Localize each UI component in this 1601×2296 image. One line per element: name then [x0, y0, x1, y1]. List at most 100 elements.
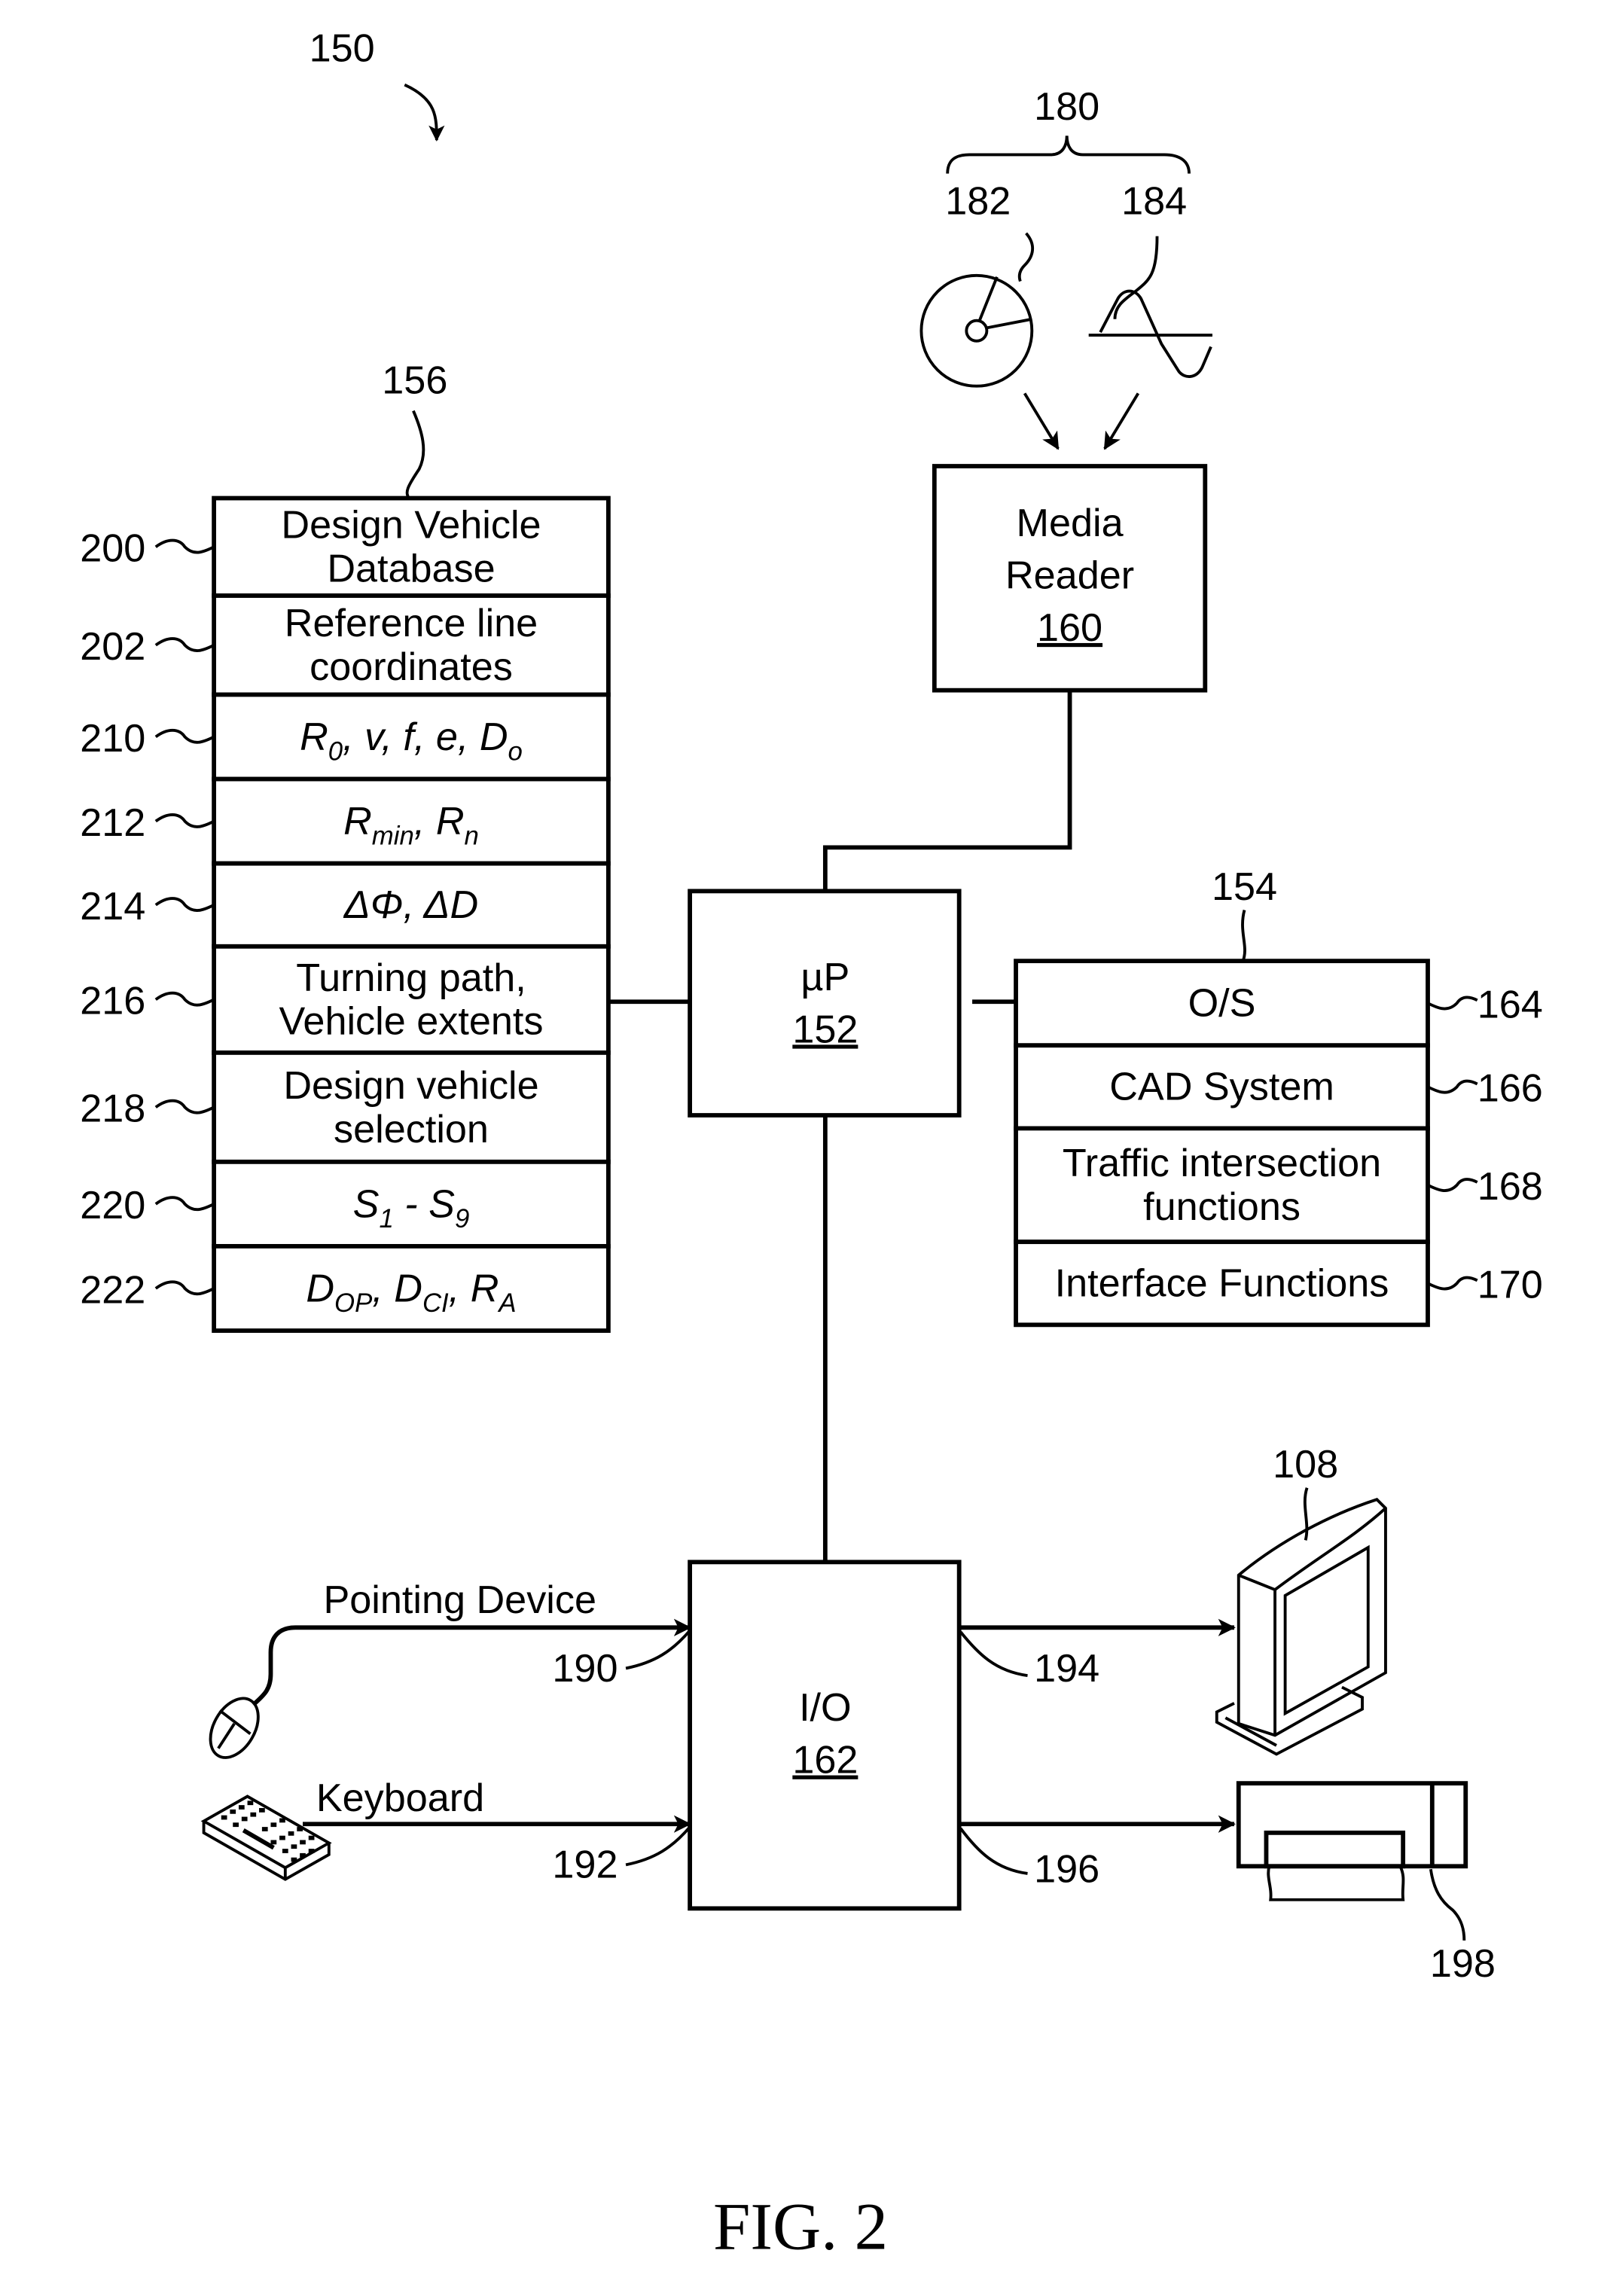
- media-group-brace: [946, 136, 1191, 174]
- database-ref: 222: [80, 1268, 145, 1312]
- memory-ref-leader: [1241, 910, 1246, 962]
- reader-to-processor-connector: [822, 690, 1072, 892]
- database-ref-leader: [154, 897, 215, 912]
- database-ref-leader: [154, 1280, 215, 1296]
- memory-row-text: CAD System: [1109, 1066, 1334, 1109]
- database-row: Design vehicleselection 218: [80, 1050, 611, 1164]
- signal-to-reader-arrow: [1103, 392, 1140, 450]
- database-row-text: Database: [327, 547, 495, 591]
- database-ref: 156: [382, 358, 447, 402]
- database-ref: 216: [80, 980, 145, 1023]
- memory-row-text: functions: [1143, 1185, 1301, 1229]
- processor-ref: 152: [792, 1008, 858, 1051]
- printer-ref-leader: [1429, 1868, 1466, 1941]
- monitor-ref-leader: [1303, 1487, 1309, 1541]
- memory-ref: 154: [1212, 865, 1277, 909]
- database-ref: 202: [80, 625, 145, 669]
- database-ref: 214: [80, 885, 145, 928]
- memory-row-text: O/S: [1188, 982, 1256, 1026]
- pointing-device-input: Pointing Device 190: [209, 1578, 692, 1759]
- media-group: 180 182 184: [919, 85, 1212, 450]
- memory-ref-leader: [1427, 1178, 1478, 1192]
- monitor-icon: [1215, 1498, 1387, 1756]
- database-ref-leader: [154, 1099, 215, 1114]
- database-ref: 212: [80, 801, 145, 845]
- printer-line-ref-leader: [959, 1827, 1028, 1875]
- memory-ref: 166: [1477, 1067, 1543, 1111]
- monitor-line-ref: 194: [1034, 1647, 1099, 1691]
- database-ref-leader: [154, 1196, 215, 1212]
- pointing-device-arrow: [252, 1618, 692, 1706]
- database-row: Design VehicleDatabase 200: [80, 495, 611, 598]
- figure-reference: 150: [310, 27, 445, 142]
- memory-row: O/S 164: [1014, 959, 1543, 1048]
- media-reader-ref: 160: [1037, 606, 1102, 650]
- processor-box: [688, 889, 962, 1118]
- database-ref-leader: [154, 538, 215, 554]
- memory-row-text: Interface Functions: [1055, 1262, 1389, 1306]
- database-row: Rmin​, Rn​212: [80, 776, 611, 866]
- figure-caption: FIG. 2: [713, 2191, 888, 2264]
- database-row: Reference linecoordinates 202: [80, 593, 611, 697]
- keyboard-input: Keyboard 192: [200, 1776, 692, 1887]
- memory-ref: 168: [1477, 1165, 1543, 1209]
- printer-line-ref: 196: [1034, 1848, 1099, 1892]
- disc-to-reader-arrow: [1023, 392, 1060, 450]
- media-reader-label-line1: Media: [1016, 502, 1124, 545]
- memory-ref-leader: [1427, 996, 1478, 1011]
- keyboard-ref: 192: [552, 1843, 618, 1887]
- memory-ref-leader: [1427, 1276, 1478, 1291]
- disc-ref: 182: [945, 180, 1011, 224]
- database-row-text: coordinates: [310, 645, 513, 689]
- database-row-formula: S1​ - S9​: [353, 1182, 470, 1233]
- media-reader-label-line2: Reader: [1005, 553, 1134, 597]
- database-row-formula: ΔΦ, ΔD: [343, 883, 478, 927]
- disc-icon: [919, 232, 1034, 388]
- figure-ref-arrow: [404, 83, 445, 142]
- database-ref-leader: [154, 637, 215, 652]
- memory-table: 154 O/S 164 CAD System 166 Traffic intersect…: [1014, 865, 1543, 1328]
- database-row-text: Turning path,: [296, 956, 526, 1000]
- signal-ref: 184: [1121, 180, 1187, 224]
- database-ref-leader: [154, 728, 215, 744]
- database-row-text: selection: [334, 1108, 489, 1151]
- database-ref-leader: [405, 410, 425, 499]
- memory-row: CAD System 166: [1014, 1043, 1543, 1131]
- monitor-line-ref-leader: [959, 1630, 1028, 1678]
- printer-icon: [1236, 1781, 1468, 1901]
- sine-wave-icon: [1088, 236, 1212, 378]
- pointing-device-label: Pointing Device: [323, 1578, 596, 1622]
- database-row-text: Reference line: [285, 602, 538, 645]
- io-box: [688, 1560, 962, 1911]
- database-ref-leader: [154, 991, 215, 1007]
- printer-ref: 198: [1430, 1942, 1496, 1986]
- memory-row: Traffic intersectionfunctions 168: [1014, 1126, 1543, 1245]
- io-block: I/O 162: [688, 1560, 962, 1911]
- database-row: R0​, v, f, e, Do​210: [80, 692, 611, 782]
- media-group-ref: 180: [1034, 85, 1099, 129]
- database-ref-leader: [154, 813, 215, 828]
- database-row-text: Design Vehicle: [281, 504, 541, 547]
- io-ref: 162: [792, 1739, 858, 1782]
- memory-row: Interface Functions 170: [1014, 1239, 1543, 1328]
- io-label: I/O: [799, 1686, 852, 1730]
- memory-ref: 164: [1477, 983, 1543, 1027]
- processor-label: µP: [800, 956, 849, 999]
- keyboard-label: Keyboard: [316, 1776, 484, 1820]
- monitor-ref: 108: [1273, 1443, 1338, 1486]
- database-ref: 220: [80, 1184, 145, 1227]
- database-row: S1​ - S9​ 220: [80, 1159, 611, 1249]
- keyboard-icon: [200, 1794, 332, 1881]
- database-row: ΔΦ, ΔD 214: [80, 861, 611, 949]
- monitor-output: 194 108: [959, 1443, 1387, 1756]
- database-ref: 210: [80, 717, 145, 761]
- pointing-device-ref: 190: [552, 1647, 618, 1691]
- printer-output: 196 198: [959, 1781, 1496, 1986]
- database-row: Turning path,Vehicle extents 216: [80, 944, 611, 1055]
- database-row-text: Design vehicle: [283, 1064, 538, 1108]
- memory-ref-leader: [1427, 1079, 1478, 1094]
- database-row: DOP​, DCI​, RA​222: [80, 1244, 611, 1333]
- memory-ref: 170: [1477, 1264, 1543, 1307]
- database-ref: 218: [80, 1087, 145, 1131]
- block-diagram: 150 180 182 184 Media Reader 160 µP 152 …: [80, 27, 1543, 2264]
